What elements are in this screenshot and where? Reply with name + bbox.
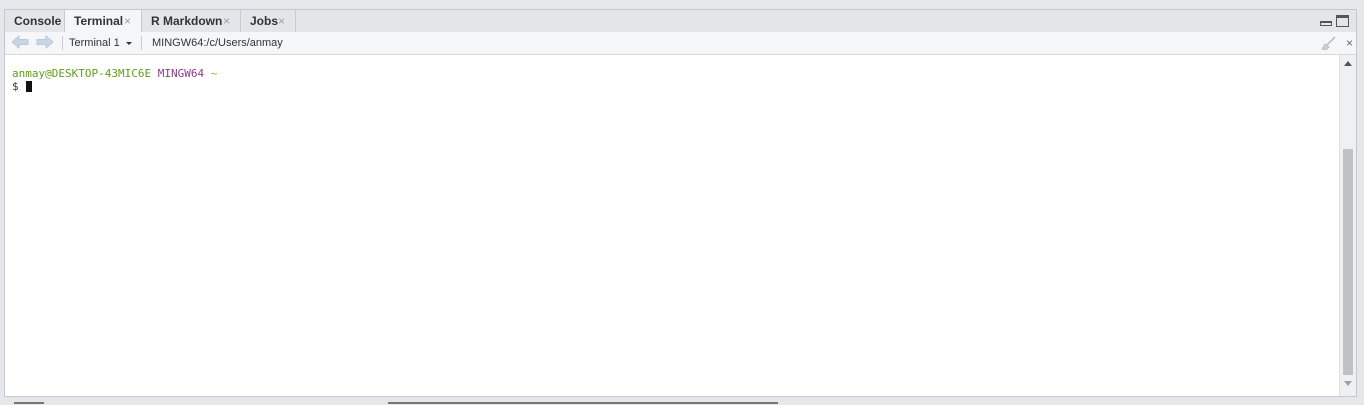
tab-rmarkdown[interactable]: R Markdown × bbox=[142, 10, 241, 32]
scrollbar-thumb[interactable] bbox=[1343, 149, 1353, 375]
splitter-segment bbox=[388, 402, 778, 404]
back-arrow-icon[interactable] bbox=[11, 35, 29, 49]
scroll-up-arrow-icon[interactable] bbox=[1344, 61, 1352, 66]
terminal-system: MINGW64 bbox=[157, 67, 205, 80]
terminal-path: MINGW64:/c/Users/anmay bbox=[152, 37, 283, 49]
close-terminal-button[interactable]: × bbox=[1346, 32, 1353, 54]
tab-rmarkdown-label: R Markdown bbox=[151, 14, 223, 28]
terminal-pane: Console Terminal × R Markdown × Jobs × T… bbox=[4, 9, 1357, 397]
dropdown-caret-icon[interactable] bbox=[126, 42, 132, 45]
terminal-output[interactable]: anmay@DESKTOP-43MIC6E MINGW64 ~ $ bbox=[5, 55, 1339, 396]
maximize-icon[interactable] bbox=[1336, 15, 1349, 27]
tab-jobs[interactable]: Jobs × bbox=[241, 10, 296, 32]
terminal-selector[interactable]: Terminal 1 bbox=[69, 32, 120, 54]
scroll-down-arrow-icon[interactable] bbox=[1344, 381, 1352, 386]
tab-jobs-label: Jobs bbox=[250, 14, 279, 28]
toolbar-separator bbox=[141, 36, 142, 50]
terminal-line-prompt: $ bbox=[12, 80, 33, 93]
tab-console-label: Console bbox=[14, 14, 62, 28]
toolbar-separator bbox=[62, 36, 63, 50]
tab-terminal-label: Terminal bbox=[74, 14, 124, 28]
terminal-line-header: anmay@DESKTOP-43MIC6E MINGW64 ~ bbox=[12, 67, 217, 80]
minimize-icon[interactable] bbox=[1320, 21, 1332, 26]
pane-window-controls bbox=[1320, 15, 1350, 29]
pane-tab-bar: Console Terminal × R Markdown × Jobs × bbox=[5, 10, 1356, 33]
tab-jobs-close-icon[interactable]: × bbox=[278, 10, 285, 32]
terminal-cursor bbox=[26, 81, 33, 92]
tab-terminal[interactable]: Terminal × bbox=[65, 10, 142, 33]
tab-terminal-close-icon[interactable]: × bbox=[124, 10, 131, 32]
splitter-segment bbox=[14, 402, 44, 404]
tab-rmarkdown-close-icon[interactable]: × bbox=[223, 10, 230, 32]
terminal-user-host: anmay@DESKTOP-43MIC6E bbox=[12, 67, 152, 80]
forward-arrow-icon[interactable] bbox=[36, 35, 54, 49]
vertical-scrollbar[interactable] bbox=[1339, 55, 1356, 396]
broom-icon[interactable] bbox=[1320, 36, 1336, 50]
terminal-toolbar: Terminal 1 MINGW64:/c/Users/anmay × bbox=[5, 32, 1356, 55]
tab-console[interactable]: Console bbox=[5, 10, 65, 32]
terminal-cwd: ~ bbox=[210, 67, 218, 80]
terminal-prompt: $ bbox=[12, 80, 19, 93]
